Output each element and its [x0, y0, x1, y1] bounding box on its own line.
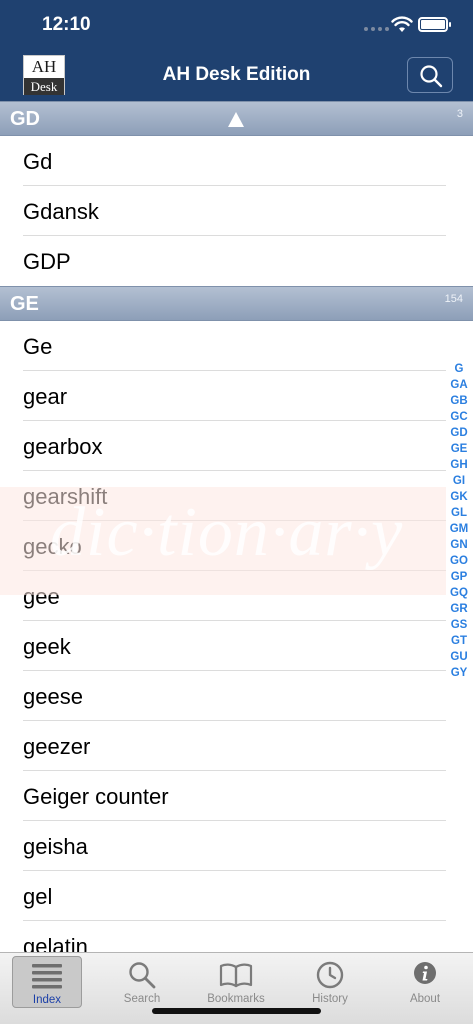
word-label: geese [23, 684, 83, 709]
word-label: gelatin [23, 934, 88, 952]
index-letter[interactable]: GR [448, 601, 470, 617]
word-label: gel [23, 884, 53, 909]
index-letter[interactable]: GY [448, 665, 470, 681]
index-letter[interactable]: GE [448, 441, 470, 457]
index-letter[interactable]: GO [448, 553, 470, 569]
tab-label: Bookmarks [207, 993, 265, 1005]
page-title: AH Desk Edition [162, 64, 311, 85]
word-label: Gdansk [23, 199, 99, 224]
navigation-bar: 12:10 AH Desk AH Desk Edition [0, 0, 473, 101]
index-letter[interactable]: GL [448, 505, 470, 521]
tab-label: History [312, 993, 348, 1005]
clock-icon [316, 961, 344, 989]
tab-label: Search [123, 993, 161, 1005]
index-letter[interactable]: G [448, 361, 470, 377]
word-list[interactable]: GD 3 Gd Gdansk GDP GE 154 Ge gear gearbo… [0, 101, 473, 952]
word-label: gecko [23, 534, 82, 559]
index-letter[interactable]: GT [448, 633, 470, 649]
tab-label: About [409, 993, 441, 1005]
list-item[interactable]: GDP [0, 236, 473, 286]
triangle-up-icon[interactable] [228, 112, 244, 127]
list-item[interactable]: Geiger counter [0, 771, 473, 821]
word-label: geek [23, 634, 71, 659]
list-item[interactable]: Gd [0, 136, 473, 186]
wifi-icon [391, 16, 413, 32]
list-item[interactable]: geisha [0, 821, 473, 871]
list-item[interactable]: Ge [0, 321, 473, 371]
index-letter[interactable]: GK [448, 489, 470, 505]
book-icon [219, 963, 253, 988]
index-letter[interactable]: GH [448, 457, 470, 473]
index-letter[interactable]: GC [448, 409, 470, 425]
word-label: geisha [23, 834, 88, 859]
section-count: 154 [444, 293, 463, 305]
list-item[interactable]: geezer [0, 721, 473, 771]
tab-index[interactable]: Index [12, 956, 82, 1008]
index-letter[interactable]: GM [448, 521, 470, 537]
list-item[interactable]: gecko [0, 521, 473, 571]
search-icon [420, 65, 443, 88]
list-item[interactable]: Gdansk [0, 186, 473, 236]
list-item[interactable]: geek [0, 621, 473, 671]
index-letter[interactable]: GA [448, 377, 470, 393]
cellular-signal-icon [364, 27, 389, 31]
list-item[interactable]: gelatin [0, 921, 473, 952]
index-letter[interactable]: GD [448, 425, 470, 441]
list-item[interactable]: gear [0, 371, 473, 421]
word-label: GDP [23, 249, 71, 274]
list-item[interactable]: gel [0, 871, 473, 921]
section-letter: GE [10, 293, 39, 315]
tab-history[interactable]: History [295, 956, 365, 1008]
section-index[interactable]: G GA GB GC GD GE GH GI GK GL GM GN GO GP… [448, 361, 470, 681]
index-letter[interactable]: GP [448, 569, 470, 585]
index-letter[interactable]: GU [448, 649, 470, 665]
word-label: gear [23, 384, 68, 409]
section-header-gd: GD 3 [0, 101, 473, 136]
word-label: gee [23, 584, 60, 609]
home-indicator [152, 1008, 321, 1014]
word-label: Geiger counter [23, 784, 169, 809]
info-icon [414, 962, 436, 984]
tab-search[interactable]: Search [107, 956, 177, 1008]
tab-label: Index [32, 994, 62, 1006]
tab-about[interactable]: About [390, 956, 460, 1008]
battery-icon [418, 17, 451, 32]
index-letter[interactable]: GI [448, 473, 470, 489]
index-letter[interactable]: GN [448, 537, 470, 553]
word-label: geezer [23, 734, 91, 759]
word-label: Ge [23, 334, 53, 359]
list-item[interactable]: gearshift [0, 471, 473, 521]
tab-bookmarks[interactable]: Bookmarks [201, 956, 271, 1008]
index-letter[interactable]: GB [448, 393, 470, 409]
status-time: 12:10 [42, 14, 91, 35]
list-item[interactable]: gearbox [0, 421, 473, 471]
list-item[interactable]: gee [0, 571, 473, 621]
index-letter[interactable]: GS [448, 617, 470, 633]
list-icon [32, 964, 62, 989]
word-label: Gd [23, 149, 53, 174]
status-bar: 12:10 [0, 0, 473, 50]
search-icon [129, 962, 156, 989]
section-letter: GD [10, 108, 40, 130]
search-button[interactable] [407, 57, 453, 93]
list-item[interactable]: geese [0, 671, 473, 721]
index-letter[interactable]: GQ [448, 585, 470, 601]
section-count: 3 [456, 108, 463, 120]
word-label: gearbox [23, 434, 103, 459]
word-label: gearshift [23, 484, 108, 509]
section-header-ge: GE 154 [0, 286, 473, 321]
